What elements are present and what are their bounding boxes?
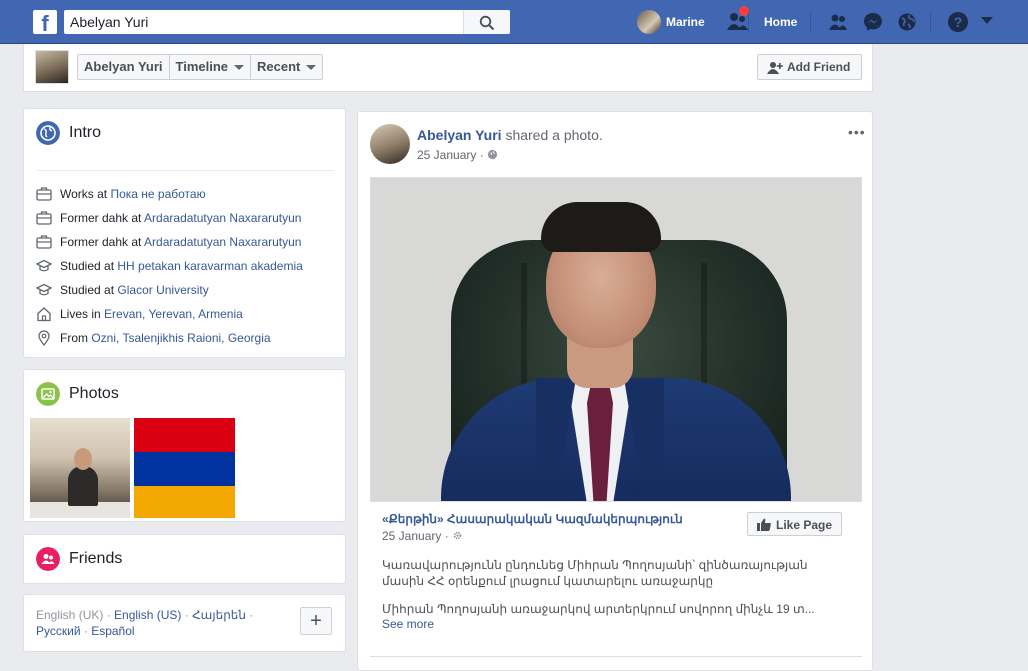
home-icon bbox=[37, 307, 51, 322]
add-friend-icon bbox=[767, 62, 783, 74]
briefcase-icon bbox=[36, 187, 52, 201]
notifications-globe-icon[interactable] bbox=[897, 12, 917, 32]
language-option[interactable]: Русский bbox=[36, 624, 81, 638]
post-body-paragraph: Կառավարությունն ընդունեց Միհրան Պողոսյան… bbox=[382, 558, 808, 588]
post-author-link[interactable]: Abelyan Yuri bbox=[417, 127, 502, 143]
intro-title: Intro bbox=[69, 124, 102, 141]
photos-icon bbox=[36, 382, 60, 406]
nav-divider bbox=[810, 12, 811, 32]
post-header: Abelyan Yuri shared a photo. bbox=[417, 127, 603, 143]
briefcase-icon bbox=[36, 235, 52, 249]
post-options-menu-icon[interactable]: ••• bbox=[848, 124, 866, 140]
thumbs-up-icon bbox=[757, 518, 771, 531]
intro-link[interactable]: Пока не работаю bbox=[110, 187, 205, 201]
search-box bbox=[64, 10, 510, 34]
intro-link[interactable]: Ardaradatutyan Naxararutyun bbox=[144, 211, 301, 225]
friends-icon bbox=[36, 547, 60, 571]
intro-link[interactable]: HH petakan karavarman akademia bbox=[117, 259, 302, 273]
svg-text:?: ? bbox=[954, 14, 963, 30]
tab-profile-name[interactable]: Abelyan Yuri bbox=[78, 55, 170, 79]
language-option[interactable]: English (US) bbox=[114, 608, 181, 622]
help-icon[interactable]: ? bbox=[947, 11, 969, 33]
profile-header-bar: Abelyan Yuri Timeline Recent Add Friend bbox=[23, 44, 873, 92]
chevron-down-icon bbox=[234, 65, 245, 71]
avatar bbox=[637, 10, 661, 34]
intro-link[interactable]: Ardaradatutyan Naxararutyun bbox=[144, 235, 301, 249]
intro-link[interactable]: Ozni, Tsalenjikhis Raioni, Georgia bbox=[91, 331, 270, 345]
intro-card: Intro Works at Пока не работаю Former da… bbox=[23, 108, 346, 358]
search-icon bbox=[479, 15, 495, 31]
intro-link[interactable]: Erevan, Yerevan, Armenia bbox=[104, 307, 243, 321]
like-page-button[interactable]: Like Page bbox=[747, 512, 842, 536]
shared-page-title-link[interactable]: «Քերթին» Հասարակական Կազմակերպություն bbox=[382, 512, 722, 526]
shared-post-timestamp[interactable]: 25 January · bbox=[382, 529, 463, 543]
tab-timeline[interactable]: Timeline bbox=[170, 55, 252, 79]
globe-icon bbox=[36, 121, 60, 145]
search-input[interactable] bbox=[64, 10, 462, 34]
messenger-icon[interactable] bbox=[863, 12, 883, 32]
graduation-cap-icon bbox=[36, 283, 52, 296]
post-timestamp[interactable]: 25 January · bbox=[417, 148, 498, 162]
photos-card: Photos bbox=[23, 369, 346, 522]
profile-tabs: Abelyan Yuri Timeline Recent bbox=[77, 54, 324, 80]
language-links: English (UK) · English (US) · Հայերեն · … bbox=[36, 608, 254, 638]
photo-thumbnail-flag[interactable] bbox=[134, 418, 235, 518]
language-selector-card: English (UK) · English (US) · Հայերեն · … bbox=[23, 594, 346, 652]
profile-picture-thumbnail[interactable] bbox=[35, 50, 69, 84]
photos-title: Photos bbox=[69, 385, 119, 402]
see-more-link[interactable]: See more bbox=[382, 617, 434, 631]
nav-home-link[interactable]: Home bbox=[764, 15, 797, 29]
photo-person-shape bbox=[68, 466, 98, 506]
settings-gear-icon bbox=[453, 531, 462, 540]
nav-divider bbox=[930, 12, 931, 32]
language-option[interactable]: Հայերեն bbox=[192, 608, 246, 622]
add-language-button[interactable]: + bbox=[300, 607, 332, 635]
language-option[interactable]: English (UK) bbox=[36, 608, 103, 622]
nav-username: Marine bbox=[666, 15, 705, 29]
photo-thumbnail[interactable] bbox=[30, 418, 130, 518]
post-author-avatar[interactable] bbox=[370, 124, 410, 164]
graduation-cap-icon bbox=[36, 259, 52, 272]
search-button[interactable] bbox=[463, 10, 510, 34]
post-photo[interactable] bbox=[370, 177, 862, 502]
photo-hair-shape bbox=[541, 202, 661, 252]
post-body-paragraph: Միհրան Պողոսյանի առաջարկով արտերկրում սո… bbox=[382, 602, 815, 616]
divider bbox=[36, 170, 334, 171]
flag-stripe-blue bbox=[134, 452, 235, 486]
account-menu-caret-icon[interactable] bbox=[981, 17, 993, 25]
flag-stripe-orange bbox=[134, 486, 235, 518]
photo-head-shape bbox=[74, 448, 92, 470]
friends-card: Friends bbox=[23, 534, 346, 584]
language-option[interactable]: Español bbox=[91, 624, 134, 638]
friends-title[interactable]: Friends bbox=[69, 550, 122, 568]
location-pin-icon bbox=[38, 330, 50, 346]
intro-link[interactable]: Glacor University bbox=[117, 283, 208, 297]
post-card: Abelyan Yuri shared a photo. 25 January … bbox=[357, 111, 873, 671]
friend-requests-icon[interactable] bbox=[828, 12, 848, 32]
flag-stripe-red bbox=[134, 418, 235, 452]
briefcase-icon bbox=[36, 211, 52, 225]
public-globe-icon bbox=[487, 149, 498, 160]
nav-divider bbox=[748, 12, 749, 32]
facebook-logo[interactable]: f bbox=[33, 10, 57, 34]
top-navigation-bar: f Marine Home ? bbox=[0, 0, 1028, 44]
add-friend-button[interactable]: Add Friend bbox=[757, 54, 862, 80]
post-action-text: shared a photo. bbox=[501, 127, 603, 143]
chevron-down-icon bbox=[306, 65, 317, 71]
tab-recent[interactable]: Recent bbox=[251, 55, 322, 79]
